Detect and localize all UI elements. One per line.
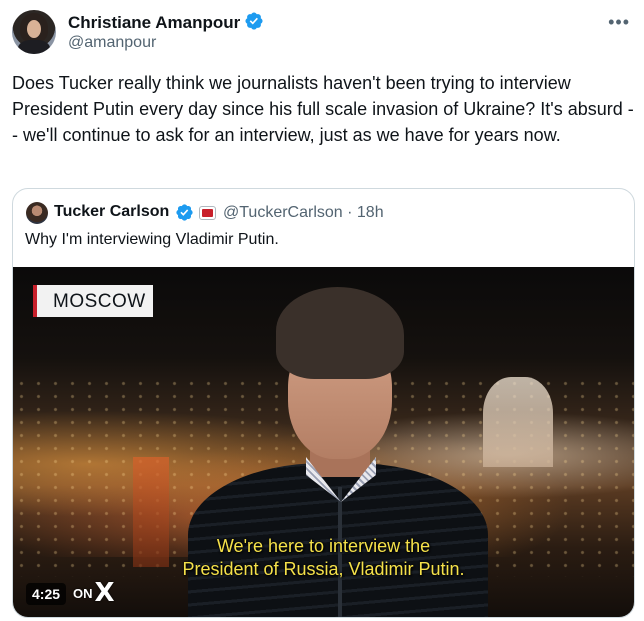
quote-author-avatar[interactable] [26,202,48,224]
quote-text: Why I'm interviewing Vladimir Putin. [25,231,279,248]
location-tag: MOSCOW [33,285,153,317]
author-avatar[interactable] [12,10,56,54]
on-x-watermark: ON X [73,578,115,608]
presenter-hair [276,287,404,379]
video-player[interactable]: MOSCOW We're here to interview the Presi… [13,267,634,617]
tweet-text: Does Tucker really think we journalists … [12,73,634,145]
x-logo-icon: X [94,578,115,608]
more-options-icon[interactable]: ••• [608,12,630,33]
affiliate-badge-icon[interactable] [199,206,216,220]
quote-handle-time[interactable]: @TuckerCarlson · 18h [223,204,384,222]
quote-verified-badge-icon [175,203,194,227]
author-handle[interactable]: @amanpour [68,34,156,52]
video-duration-badge: 4:25 [26,583,67,605]
tweet-card[interactable]: Christiane Amanpour @amanpour ••• Does T… [0,0,644,621]
quote-author-name[interactable]: Tucker Carlson [54,203,169,221]
location-text: MOSCOW [53,291,146,312]
on-label: ON [73,585,93,601]
avatar-face [27,20,41,38]
quoted-tweet[interactable]: Tucker Carlson @TuckerCarlson · 18h Why … [12,188,635,618]
author-name-row[interactable]: Christiane Amanpour [68,11,264,36]
subtitle-line-1: We're here to interview the [216,536,431,556]
video-subtitle: We're here to interview the President of… [13,535,634,581]
author-name[interactable]: Christiane Amanpour [68,13,240,32]
cathedral-silhouette [483,377,553,467]
verified-badge-icon [244,11,264,36]
affiliate-badge-fill [202,209,213,217]
avatar-body [18,40,50,54]
